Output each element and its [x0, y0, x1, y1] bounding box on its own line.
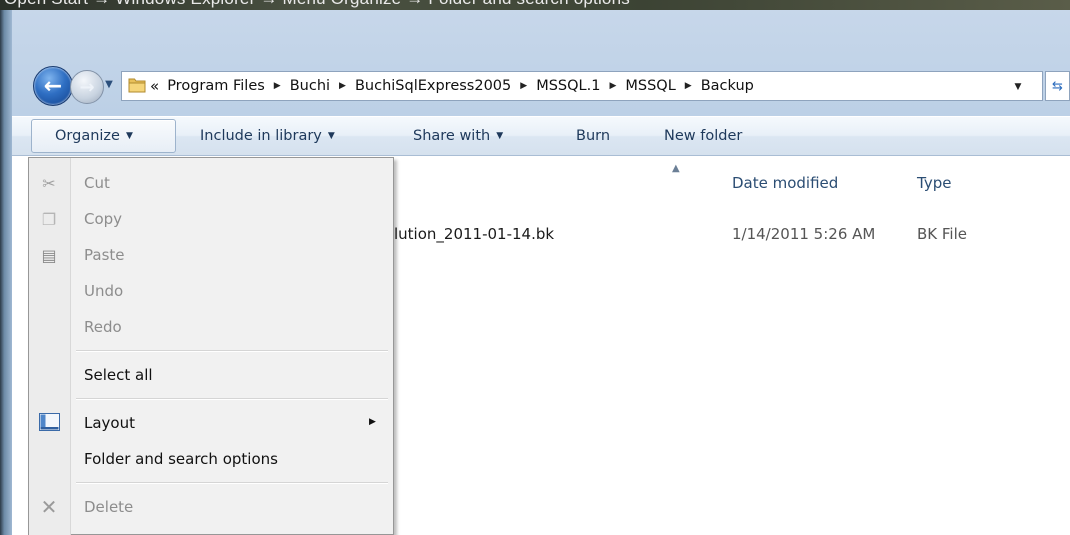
scissors-icon: ✂: [42, 173, 56, 193]
breadcrumb-arrow-icon[interactable]: ▶: [274, 81, 281, 91]
include-in-library-button[interactable]: Include in library ▼: [200, 119, 335, 153]
menu-item-cut[interactable]: Cut: [84, 174, 110, 192]
menu-item-redo[interactable]: Redo: [84, 318, 122, 336]
chevron-down-icon: ▼: [496, 131, 504, 141]
breadcrumb-overflow-button[interactable]: «: [150, 77, 159, 95]
caption-strip: Open Start → Windows Explorer → Menu Org…: [0, 0, 1070, 10]
folder-icon: [128, 78, 146, 93]
caption-text: Open Start → Windows Explorer → Menu Org…: [4, 0, 630, 9]
burn-label: Burn: [576, 128, 611, 144]
breadcrumb-arrow-icon[interactable]: ▶: [685, 81, 692, 91]
new-folder-button[interactable]: New folder: [664, 119, 742, 153]
forward-arrow-icon: →: [79, 76, 95, 98]
breadcrumb-arrow-icon[interactable]: ▶: [520, 81, 527, 91]
recent-pages-dropdown[interactable]: ▼: [103, 76, 115, 92]
organize-menu: [28, 157, 394, 535]
organize-button[interactable]: Organize ▼: [55, 119, 133, 153]
forward-button[interactable]: →: [70, 70, 104, 104]
delete-x-icon: ✕: [40, 495, 58, 519]
breadcrumb: « Program Files ▶ Buchi ▶ BuchiSqlExpres…: [150, 72, 754, 100]
breadcrumb-item-mssql1[interactable]: MSSQL.1: [536, 78, 600, 94]
menu-item-folder-and-search-options[interactable]: Folder and search options: [84, 450, 278, 468]
breadcrumb-item-backup[interactable]: Backup: [701, 78, 754, 94]
copy-icon: ❐: [41, 209, 57, 229]
breadcrumb-item-buchisqlexpress2005[interactable]: BuchiSqlExpress2005: [355, 78, 511, 94]
menu-separator: [76, 350, 388, 352]
file-name[interactable]: lution_2011-01-14.bk: [394, 225, 554, 243]
menu-item-layout[interactable]: Layout: [84, 414, 135, 432]
new-folder-label: New folder: [664, 128, 743, 144]
chevron-down-icon: ▼: [327, 131, 335, 141]
share-with-button[interactable]: Share with ▼: [413, 119, 503, 153]
menu-item-select-all[interactable]: Select all: [84, 366, 153, 384]
breadcrumb-arrow-icon[interactable]: ▶: [339, 81, 346, 91]
organize-label: Organize: [55, 128, 120, 144]
include-in-library-label: Include in library: [200, 128, 322, 144]
menu-item-paste[interactable]: Paste: [84, 246, 125, 264]
address-dropdown-button[interactable]: ▼: [1011, 80, 1025, 94]
menu-item-copy[interactable]: Copy: [84, 210, 122, 228]
breadcrumb-item-program-files[interactable]: Program Files: [167, 78, 265, 94]
refresh-button[interactable]: ⇆: [1045, 71, 1070, 101]
breadcrumb-item-mssql[interactable]: MSSQL: [625, 78, 675, 94]
file-type: BK File: [917, 225, 967, 243]
file-date-modified: 1/14/2011 5:26 AM: [732, 225, 876, 243]
window-left-edge: [0, 10, 12, 535]
burn-button[interactable]: Burn: [576, 119, 610, 153]
clipboard-icon: ▤: [41, 245, 57, 265]
menu-separator: [76, 398, 388, 400]
back-arrow-icon: ←: [43, 73, 63, 99]
layout-icon: [39, 413, 60, 431]
refresh-icon: ⇆: [1052, 78, 1063, 94]
column-header-type[interactable]: Type: [917, 174, 951, 192]
submenu-arrow-icon: ▶: [369, 417, 376, 427]
column-header-date-modified[interactable]: Date modified: [732, 174, 838, 192]
menu-item-delete[interactable]: Delete: [84, 498, 133, 516]
back-button[interactable]: ←: [33, 66, 73, 106]
breadcrumb-item-buchi[interactable]: Buchi: [290, 78, 330, 94]
share-with-label: Share with: [413, 128, 491, 144]
chevron-down-icon: ▼: [125, 131, 133, 141]
sort-ascending-icon: ▲: [672, 163, 680, 174]
menu-item-undo[interactable]: Undo: [84, 282, 123, 300]
menu-separator: [76, 482, 388, 484]
breadcrumb-arrow-icon[interactable]: ▶: [609, 81, 616, 91]
